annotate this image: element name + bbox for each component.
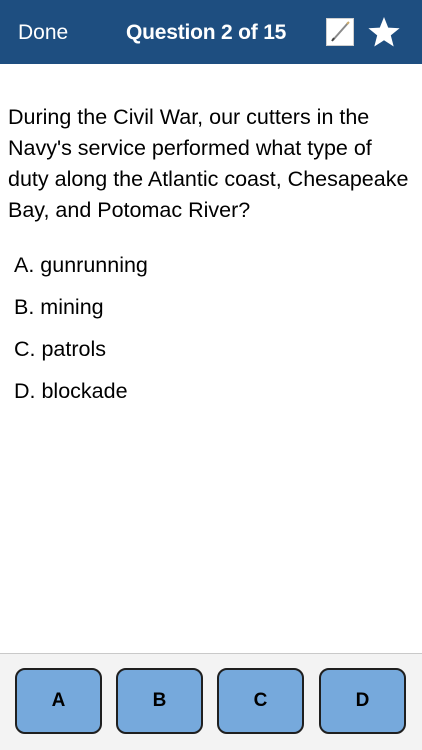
choice-b-button[interactable]: B: [116, 668, 203, 734]
answer-list: A. gunrunning B. mining C. patrols D. bl…: [14, 250, 148, 418]
question-counter-title: Question 2 of 15: [126, 21, 287, 44]
pencil-note-icon[interactable]: [326, 18, 354, 46]
answer-option-c[interactable]: C. patrols: [14, 334, 148, 376]
done-button[interactable]: Done: [18, 0, 68, 64]
nav-bar: Done Question 2 of 15: [0, 0, 422, 64]
answer-option-b[interactable]: B. mining: [14, 292, 148, 334]
choice-a-button[interactable]: A: [15, 668, 102, 734]
choice-c-button[interactable]: C: [217, 668, 304, 734]
answer-button-bar: A B C D: [0, 653, 422, 750]
question-text: During the Civil War, our cutters in the…: [8, 105, 409, 222]
answer-option-d[interactable]: D. blockade: [14, 376, 148, 418]
answer-option-a[interactable]: A. gunrunning: [14, 250, 148, 292]
choice-d-button[interactable]: D: [319, 668, 406, 734]
star-icon[interactable]: [367, 16, 401, 48]
